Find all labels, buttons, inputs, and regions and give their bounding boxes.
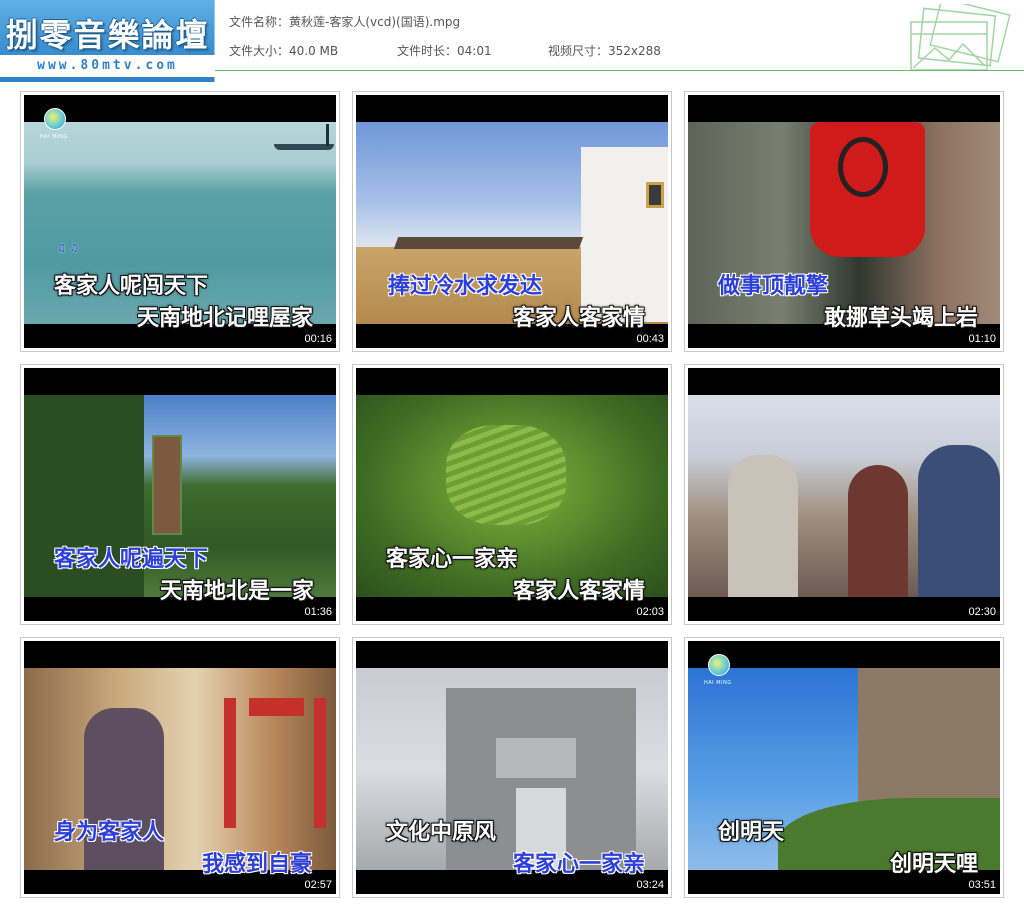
garment-character-shape xyxy=(838,137,888,197)
lyric-line-1: 客家人呢闯天下 xyxy=(54,274,209,299)
lyric-line-2: 客家人客家情 xyxy=(513,579,646,604)
video-dims-value: 352x288 xyxy=(608,44,661,58)
thumbnail-8[interactable]: 文化中原风 客家心一家亲 03:24 xyxy=(352,637,672,898)
lyric-line-2: 天南地北记哩屋家 xyxy=(137,306,314,331)
file-name-label: 文件名称： xyxy=(229,15,290,29)
video-frame: 身为客家人 我感到自豪 02:57 xyxy=(24,641,336,894)
video-frame: HAI MING 创明天 创明天哩 03:51 xyxy=(688,641,1000,894)
video-frame: 文化中原风 客家心一家亲 03:24 xyxy=(356,641,668,894)
thumbnail-5[interactable]: 客家心一家亲 客家人客家情 02:03 xyxy=(352,364,672,625)
video-frame: HAI MING ♫ ♫ 客家人呢闯天下 天南地北记哩屋家 00:16 xyxy=(24,95,336,348)
scene-toast xyxy=(688,395,1000,597)
header: 捌零音樂論壇 www.80mtv.com 文件名称：黄秋莲-客家人(vcd)(国… xyxy=(0,0,1024,82)
lyric-line-1: 客家心一家亲 xyxy=(386,547,519,572)
lyric-line-2: 我感到自豪 xyxy=(202,852,313,877)
file-duration-label: 文件时长： xyxy=(397,44,458,58)
thumbnail-1[interactable]: HAI MING ♫ ♫ 客家人呢闯天下 天南地北记哩屋家 00:16 xyxy=(20,91,340,352)
thumbnail-4[interactable]: 客家人呢遍天下 天南地北是一家 01:36 xyxy=(20,364,340,625)
boat-shape xyxy=(274,144,334,150)
video-frame: 捧过冷水求发达 客家人客家情 00:43 xyxy=(356,95,668,348)
video-dims-info: 视频尺寸：352x288 xyxy=(548,42,661,59)
photo-stack-icon xyxy=(910,4,1011,71)
person-shape xyxy=(728,455,798,597)
timestamp: 03:51 xyxy=(968,879,996,891)
boatman-shape xyxy=(326,124,329,146)
file-duration-info: 文件时长：04:01 xyxy=(397,42,492,59)
file-size-label: 文件大小： xyxy=(229,44,290,58)
couplet-shape xyxy=(224,698,236,828)
couplet-shape xyxy=(314,698,326,828)
lyric-line-2: 客家人客家情 xyxy=(513,306,646,331)
logo-title: 捌零音樂論壇 xyxy=(5,16,210,54)
lyric-line-2: 客家心一家亲 xyxy=(513,852,646,877)
terrace-shape xyxy=(446,425,566,525)
timestamp: 00:16 xyxy=(304,333,332,345)
lyric-line-1: 文化中原风 xyxy=(386,820,497,845)
music-marks: ♫ ♫ xyxy=(57,243,79,254)
thumbnail-6[interactable]: 02:30 xyxy=(684,364,1004,625)
file-size-value: 40.0 MB xyxy=(289,44,339,58)
timestamp: 01:36 xyxy=(304,606,332,618)
lyric-line-1: 身为客家人 xyxy=(54,820,165,845)
timestamp: 01:10 xyxy=(968,333,996,345)
channel-logo-text: HAI MING xyxy=(704,680,732,686)
file-duration-value: 04:01 xyxy=(457,44,492,58)
channel-logo-icon xyxy=(44,108,66,130)
lyric-line-2: 敢挪草头竭上岩 xyxy=(824,306,979,331)
lyric-line-2: 天南地北是一家 xyxy=(160,579,315,604)
thumbnail-9[interactable]: HAI MING 创明天 创明天哩 03:51 xyxy=(684,637,1004,898)
thumbnail-7[interactable]: 身为客家人 我感到自豪 02:57 xyxy=(20,637,340,898)
file-size-info: 文件大小：40.0 MB xyxy=(229,42,338,59)
video-dims-label: 视频尺寸： xyxy=(548,44,609,58)
video-frame: 02:30 xyxy=(688,368,1000,621)
channel-logo-text: HAI MING xyxy=(40,134,68,140)
timestamp: 00:43 xyxy=(636,333,664,345)
thumbnail-3[interactable]: 做事顶靓擎 敢挪草头竭上岩 01:10 xyxy=(684,91,1004,352)
roof-shape xyxy=(393,237,584,249)
header-divider xyxy=(215,70,1024,71)
banner-shape xyxy=(249,698,304,716)
thumbnail-2[interactable]: 捧过冷水求发达 客家人客家情 00:43 xyxy=(352,91,672,352)
lyric-line-2: 创明天哩 xyxy=(890,852,979,877)
video-frame: 做事顶靓擎 敢挪草头竭上岩 01:10 xyxy=(688,95,1000,348)
archway-plaque-shape xyxy=(496,738,576,778)
logo-url: www.80mtv.com xyxy=(0,55,215,77)
timestamp: 02:03 xyxy=(636,606,664,618)
file-name-value: 黄秋莲-客家人(vcd)(国语).mpg xyxy=(289,15,461,29)
window-shape xyxy=(646,182,664,208)
person-shape xyxy=(918,445,1000,597)
video-frame: 客家心一家亲 客家人客家情 02:03 xyxy=(356,368,668,621)
person-shape xyxy=(848,465,908,597)
lyric-line-1: 创明天 xyxy=(718,820,785,845)
site-logo[interactable]: 捌零音樂論壇 www.80mtv.com xyxy=(0,0,215,82)
lyric-line-1: 客家人呢遍天下 xyxy=(54,547,209,572)
file-name-info: 文件名称：黄秋莲-客家人(vcd)(国语).mpg xyxy=(229,13,460,30)
timestamp: 02:30 xyxy=(968,606,996,618)
white-wall xyxy=(581,147,668,322)
lyric-line-1: 捧过冷水求发达 xyxy=(388,274,543,299)
video-frame: 客家人呢遍天下 天南地北是一家 01:36 xyxy=(24,368,336,621)
channel-logo-icon xyxy=(708,654,730,676)
tower-shape xyxy=(152,435,182,535)
timestamp: 03:24 xyxy=(636,879,664,891)
lyric-line-1: 做事顶靓擎 xyxy=(718,274,829,299)
timestamp: 02:57 xyxy=(304,879,332,891)
